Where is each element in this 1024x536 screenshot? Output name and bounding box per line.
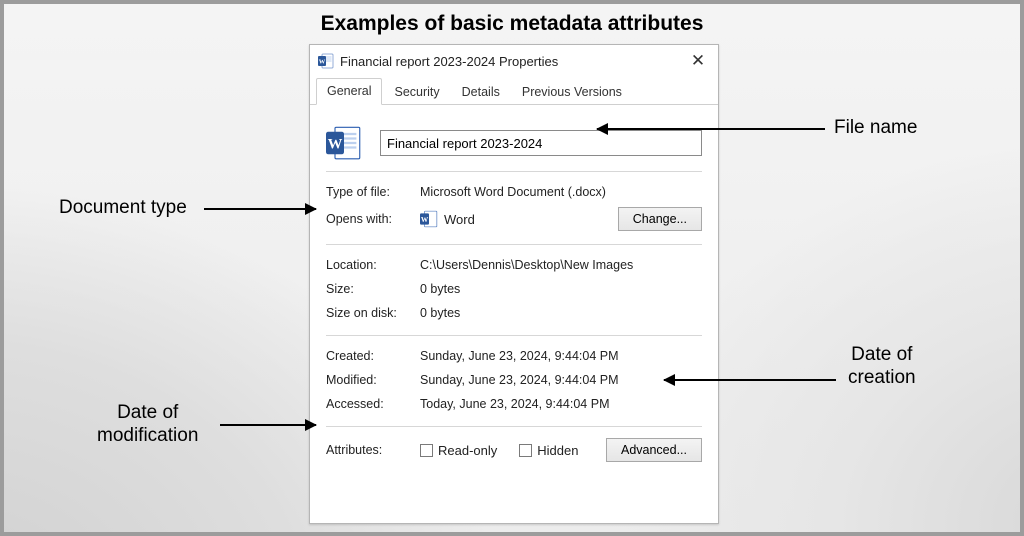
file-properties-dialog: W Financial report 2023-2024 Properties … (309, 44, 719, 524)
label-size-on-disk: Size on disk: (326, 306, 410, 320)
svg-text:W: W (319, 59, 326, 66)
checkbox-hidden[interactable]: Hidden (519, 443, 578, 458)
value-created: Sunday, June 23, 2024, 9:44:04 PM (420, 349, 619, 363)
label-location: Location: (326, 258, 410, 272)
filename-section: W (326, 117, 702, 171)
value-type-of-file: Microsoft Word Document (.docx) (420, 185, 606, 199)
value-modified: Sunday, June 23, 2024, 9:44:04 PM (420, 373, 619, 387)
tab-details[interactable]: Details (452, 80, 510, 105)
label-size: Size: (326, 282, 410, 296)
arrow-date-of-modification (220, 424, 316, 426)
tab-previous-versions[interactable]: Previous Versions (512, 80, 632, 105)
dialog-titlebar: W Financial report 2023-2024 Properties … (310, 45, 718, 77)
arrow-date-of-creation (664, 379, 836, 381)
annotation-date-of-creation: Date of creation (848, 344, 916, 390)
value-size-on-disk: 0 bytes (420, 306, 460, 320)
value-size: 0 bytes (420, 282, 460, 296)
diagram-stage: Examples of basic metadata attributes W … (0, 0, 1024, 536)
close-button[interactable]: ✕ (686, 51, 710, 71)
word-doc-icon: W (326, 125, 362, 161)
arrow-document-type (204, 208, 316, 210)
opens-with-text: Word (444, 212, 475, 227)
checkbox-hidden-label: Hidden (537, 443, 578, 458)
value-opens-with: W Word (420, 210, 475, 228)
tab-panel-general: W Type of file: Microsoft Word Document … (310, 105, 718, 485)
annotation-document-type: Document type (59, 197, 187, 220)
attributes-section: Attributes: Read-only Hidden Advanced... (326, 427, 702, 475)
svg-text:W: W (328, 137, 343, 153)
label-opens-with: Opens with: (326, 212, 410, 226)
change-button[interactable]: Change... (618, 207, 702, 231)
annotation-file-name: File name (834, 117, 917, 140)
tab-security[interactable]: Security (384, 80, 449, 105)
dialog-title: Financial report 2023-2024 Properties (340, 54, 686, 69)
dates-section: Created: Sunday, June 23, 2024, 9:44:04 … (326, 336, 702, 426)
label-accessed: Accessed: (326, 397, 410, 411)
label-modified: Modified: (326, 373, 410, 387)
advanced-button[interactable]: Advanced... (606, 438, 702, 462)
svg-text:W: W (421, 215, 429, 224)
filename-input[interactable] (380, 130, 702, 156)
label-attributes: Attributes: (326, 443, 410, 457)
label-created: Created: (326, 349, 410, 363)
filetype-section: Type of file: Microsoft Word Document (.… (326, 172, 702, 244)
tabstrip: General Security Details Previous Versio… (310, 77, 718, 105)
value-location: C:\Users\Dennis\Desktop\New Images (420, 258, 633, 272)
tab-general[interactable]: General (316, 78, 382, 105)
page-title: Examples of basic metadata attributes (4, 12, 1020, 36)
checkbox-read-only[interactable]: Read-only (420, 443, 497, 458)
arrow-file-name (597, 128, 825, 130)
checkbox-read-only-label: Read-only (438, 443, 497, 458)
word-app-icon: W (420, 210, 438, 228)
value-accessed: Today, June 23, 2024, 9:44:04 PM (420, 397, 609, 411)
word-doc-icon: W (318, 53, 334, 69)
location-section: Location: C:\Users\Dennis\Desktop\New Im… (326, 245, 702, 335)
label-type-of-file: Type of file: (326, 185, 410, 199)
annotation-date-of-modification: Date of modification (97, 402, 198, 448)
